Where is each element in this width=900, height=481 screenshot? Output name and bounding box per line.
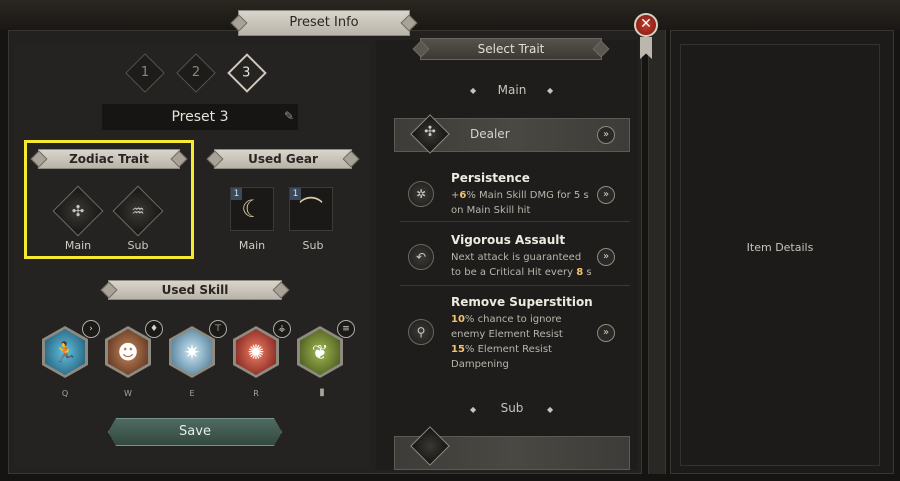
dealer-label: Dealer: [470, 127, 510, 141]
used-gear-title: Used Gear: [214, 149, 352, 169]
gear-level-badge: 1: [290, 188, 301, 200]
skill-key-w: W: [124, 389, 132, 398]
remove-superstition-icon: ⚲: [408, 319, 434, 345]
skill-e-type-icon: ⊤: [209, 320, 227, 338]
sub-bullet-right-icon: ◆: [547, 405, 554, 414]
potion-icon: ▮: [319, 387, 325, 398]
trait-title: Remove Superstition: [451, 295, 593, 309]
skill-key-e: E: [189, 389, 195, 398]
trait-row-persistence[interactable]: ✲ Persistence +6% Main Skill DMG for 5 s…: [400, 164, 630, 222]
zodiac-sub-label: Sub: [127, 239, 149, 252]
persistence-icon: ✲: [408, 181, 434, 207]
used-skill-title: Used Skill: [108, 280, 282, 300]
gear-main-slot[interactable]: 1 ☾: [230, 187, 274, 231]
sub-header: Sub: [500, 401, 524, 415]
dealer-expand-button[interactable]: »: [597, 126, 615, 144]
trait-row-vigorous-assault[interactable]: ↶ Vigorous Assault Next attack is guaran…: [400, 226, 630, 286]
item-details-frame: [680, 44, 880, 466]
edit-icon[interactable]: ✎: [284, 110, 296, 122]
panel-divider: [648, 30, 666, 474]
gear-level-badge: 1: [231, 188, 242, 200]
persistence-select-button[interactable]: »: [597, 186, 615, 204]
select-trait-title: Select Trait: [420, 38, 602, 60]
skill-q-type-icon: ›: [82, 320, 100, 338]
zodiac-main-label: Main: [64, 239, 92, 252]
trait-description: 10% chance to ignore enemy Element Resis…: [451, 314, 563, 370]
trait-description: Next attack is guaranteed to be a Critic…: [451, 252, 592, 278]
skill-key-q: Q: [61, 389, 69, 398]
skill-w-type-icon: ♦: [145, 320, 163, 338]
zodiac-trait-title: Zodiac Trait: [38, 149, 180, 169]
gear-sub-label: Sub: [302, 239, 324, 252]
window-title: Preset Info: [238, 10, 410, 36]
dealer-emblem-icon: ✣: [410, 114, 450, 154]
ribbon-icon: [640, 37, 652, 59]
trait-row-remove-superstition[interactable]: ⚲ Remove Superstition 10% chance to igno…: [400, 288, 630, 374]
trait-description: +6% Main Skill DMG for 5 s on Main Skill…: [451, 190, 589, 216]
trait-title: Vigorous Assault: [451, 233, 566, 247]
skill-extra-type-icon: ≡: [337, 320, 355, 338]
gear-main-label: Main: [238, 239, 266, 252]
remove-superstition-select-button[interactable]: »: [597, 324, 615, 342]
top-background: [0, 0, 900, 30]
preset-name: Preset 3: [102, 104, 298, 130]
main-header: Main: [497, 83, 527, 97]
main-bullet-right-icon: ◆: [547, 86, 554, 95]
skill-r-type-icon: ⚶: [273, 320, 291, 338]
gear-sub-slot[interactable]: 1 ⌒: [289, 187, 333, 231]
close-icon: ✕: [640, 16, 652, 32]
close-button[interactable]: ✕: [634, 13, 658, 37]
vigorous-assault-select-button[interactable]: »: [597, 248, 615, 266]
vigorous-assault-icon: ↶: [408, 244, 434, 270]
item-details-title: Item Details: [746, 241, 814, 254]
skill-key-r: R: [253, 389, 259, 398]
trait-title: Persistence: [451, 171, 530, 185]
save-button[interactable]: Save: [108, 418, 282, 446]
